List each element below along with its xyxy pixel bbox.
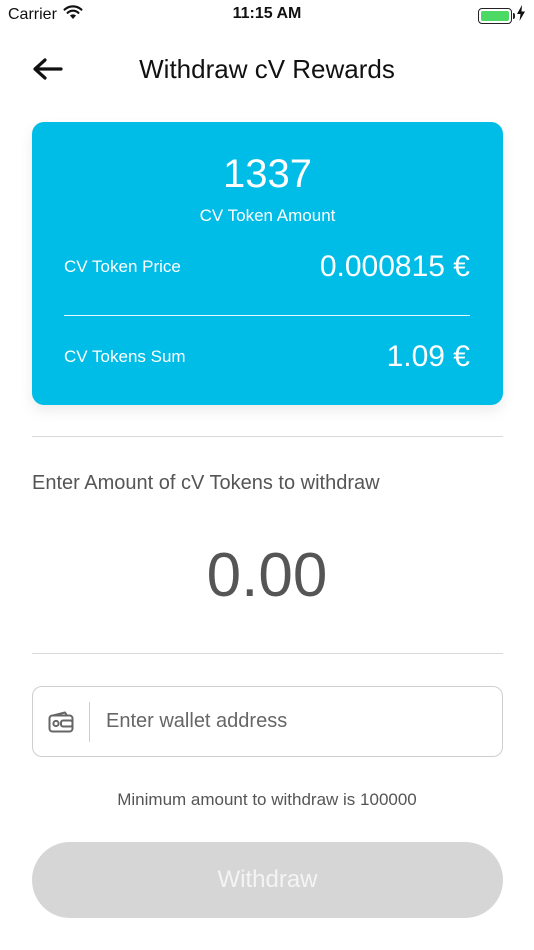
token-summary-card: 1337 CV Token Amount CV Token Price 0.00… bbox=[32, 122, 503, 405]
withdraw-button-label: Withdraw bbox=[217, 866, 318, 893]
section-divider-top bbox=[32, 436, 503, 437]
status-bar: Carrier 11:15 AM bbox=[0, 0, 534, 30]
battery-fill bbox=[481, 10, 509, 21]
battery-tip bbox=[513, 12, 515, 19]
token-amount-label: CV Token Amount bbox=[199, 206, 336, 225]
token-price-row: CV Token Price 0.000815 € bbox=[64, 250, 470, 284]
tokens-sum-label: CV Tokens Sum bbox=[64, 347, 186, 366]
bolt-icon bbox=[516, 5, 526, 26]
wallet-icon bbox=[33, 687, 89, 756]
nav-bar: Withdraw cV Rewards bbox=[0, 40, 534, 100]
card-divider bbox=[64, 315, 470, 316]
withdraw-button[interactable]: Withdraw bbox=[32, 842, 503, 918]
minimum-amount-note: Minimum amount to withdraw is 100000 bbox=[117, 790, 417, 809]
withdraw-instruction: Enter Amount of cV Tokens to withdraw bbox=[32, 472, 380, 494]
battery-icon bbox=[478, 7, 515, 24]
tokens-sum-row: CV Tokens Sum 1.09 € bbox=[64, 340, 470, 374]
token-price-label: CV Token Price bbox=[64, 257, 181, 276]
token-price-value: 0.000815 € bbox=[319, 250, 470, 283]
withdraw-amount-field[interactable]: 0.00 bbox=[0, 540, 534, 611]
wallet-address-field[interactable] bbox=[32, 686, 503, 757]
status-right bbox=[478, 5, 526, 26]
section-divider-bottom bbox=[32, 653, 503, 654]
tokens-sum-value: 1.09 € bbox=[386, 340, 470, 373]
page-title: Withdraw cV Rewards bbox=[139, 54, 395, 84]
token-amount: 1337 bbox=[223, 152, 312, 196]
wallet-address-input[interactable] bbox=[90, 687, 502, 756]
status-time: 11:15 AM bbox=[232, 5, 302, 22]
